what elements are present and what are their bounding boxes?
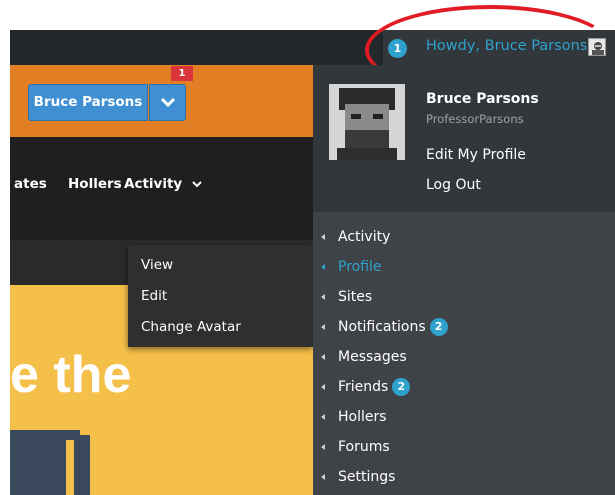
menu-item-label: Forums	[338, 439, 390, 455]
arrow-left-icon	[321, 324, 325, 330]
arrow-left-icon	[321, 384, 325, 390]
friends-count-badge: 2	[392, 378, 411, 396]
arrow-left-icon	[321, 234, 325, 240]
hero-graphic	[66, 440, 74, 495]
submenu-item-edit[interactable]: Edit	[141, 288, 167, 304]
arrow-left-icon	[321, 444, 325, 450]
menu-item-forums[interactable]: Forums	[321, 437, 390, 457]
menu-item-friends[interactable]: Friends 2	[321, 377, 411, 397]
menu-item-messages[interactable]: Messages	[321, 347, 407, 367]
edit-profile-link[interactable]: Edit My Profile	[426, 147, 526, 163]
menu-item-settings[interactable]: Settings	[321, 467, 395, 487]
menu-item-notifications[interactable]: Notifications 2	[321, 317, 448, 337]
submenu-item-view[interactable]: View	[141, 257, 173, 273]
menu-item-label: Settings	[338, 469, 396, 485]
account-display-name[interactable]: Bruce Parsons	[426, 91, 539, 107]
arrow-left-icon	[321, 354, 325, 360]
menu-item-label: Sites	[338, 289, 373, 305]
user-dropdown-button[interactable]	[149, 84, 186, 121]
chevron-down-icon	[160, 97, 176, 108]
menu-item-label: Activity	[338, 229, 391, 245]
chevron-down-icon	[192, 181, 202, 188]
profile-avatar[interactable]	[329, 84, 405, 160]
nav-item-activity[interactable]: Activity	[124, 176, 202, 192]
menu-item-label: Friends	[338, 379, 389, 395]
arrow-left-icon	[321, 294, 325, 300]
nav-item-updates[interactable]: ates	[14, 176, 47, 192]
menu-item-profile[interactable]: Profile	[321, 257, 382, 277]
nav-item-activity-label: Activity	[124, 176, 183, 192]
menu-item-hollers[interactable]: Hollers	[321, 407, 387, 427]
submenu-item-change-avatar[interactable]: Change Avatar	[141, 319, 241, 335]
arrow-left-icon	[321, 264, 325, 270]
user-button[interactable]: Bruce Parsons	[28, 84, 148, 121]
menu-item-activity[interactable]: Activity	[321, 227, 390, 247]
arrow-left-icon	[321, 414, 325, 420]
hero-heading: e the	[10, 346, 132, 404]
account-username: ProfessorParsons	[426, 112, 524, 126]
notification-badge[interactable]: 1	[171, 66, 193, 81]
notifications-count-badge: 2	[429, 318, 448, 336]
menu-item-label: Messages	[338, 349, 407, 365]
logout-link[interactable]: Log Out	[426, 177, 481, 193]
nav-item-hollers[interactable]: Hollers	[68, 176, 122, 192]
menu-item-sites[interactable]: Sites	[321, 287, 372, 307]
arrow-left-icon	[321, 474, 325, 480]
menu-item-label: Hollers	[338, 409, 387, 425]
menu-item-label: Notifications	[338, 319, 426, 335]
menu-item-label: Profile	[338, 259, 382, 275]
